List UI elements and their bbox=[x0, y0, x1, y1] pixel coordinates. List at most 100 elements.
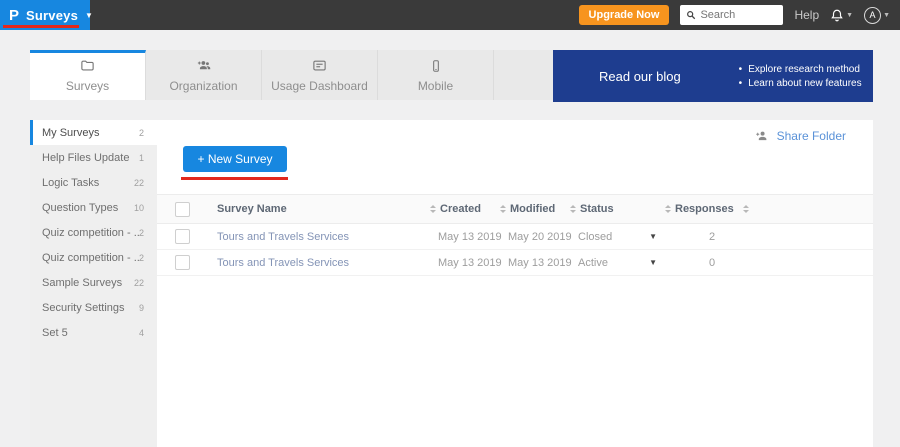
sort-icon[interactable] bbox=[665, 205, 671, 213]
proprofs-logo: P bbox=[9, 8, 19, 23]
new-survey-button[interactable]: + New Survey bbox=[183, 146, 287, 172]
status-cell: Closed ▼ bbox=[562, 231, 657, 243]
sort-icon[interactable] bbox=[500, 205, 506, 213]
topbar-actions: Upgrade Now Help ▼ A ▼ bbox=[579, 5, 900, 25]
tab-mobile[interactable]: Mobile bbox=[378, 50, 494, 100]
column-header-status[interactable]: Status bbox=[562, 203, 657, 215]
brand-product-label: Surveys bbox=[26, 8, 78, 23]
column-header-modified[interactable]: Modified bbox=[492, 203, 562, 215]
new-survey-red-underline bbox=[181, 177, 288, 180]
sidebar-item-label: Help Files Update bbox=[42, 152, 139, 164]
bell-icon bbox=[830, 8, 844, 23]
column-header-label: Modified bbox=[510, 203, 555, 215]
chevron-down-icon[interactable]: ▼ bbox=[85, 11, 93, 20]
row-checkbox[interactable] bbox=[175, 255, 190, 270]
sidebar-item-label: Set 5 bbox=[42, 327, 139, 339]
sidebar-item-sample-surveys[interactable]: Sample Surveys 22 bbox=[30, 270, 157, 295]
table-row: Tours and Travels Services May 13 2019 M… bbox=[157, 250, 873, 276]
upgrade-now-button[interactable]: Upgrade Now bbox=[579, 5, 670, 25]
tab-organization[interactable]: Organization bbox=[146, 50, 262, 100]
responses-count: 0 bbox=[657, 257, 873, 269]
status-dropdown-caret[interactable]: ▼ bbox=[649, 232, 657, 241]
sidebar-item-label: Security Settings bbox=[42, 302, 139, 314]
sidebar-item-security-settings[interactable]: Security Settings 9 bbox=[30, 295, 157, 320]
sidebar-item-label: Quiz competition - ... bbox=[42, 227, 139, 239]
search-input[interactable] bbox=[700, 9, 777, 21]
read-our-blog-banner[interactable]: Read our blog Explore research method Le… bbox=[553, 50, 873, 102]
surveys-content-panel: Share Folder + New Survey Survey Name Cr… bbox=[157, 120, 873, 447]
status-value: Closed bbox=[562, 231, 612, 243]
sidebar-item-count: 9 bbox=[139, 303, 144, 313]
sidebar-item-count: 2 bbox=[139, 228, 144, 238]
folders-sidebar: My Surveys 2 Help Files Update 1 Logic T… bbox=[30, 120, 157, 447]
sidebar-item-label: Logic Tasks bbox=[42, 177, 134, 189]
sidebar-item-label: My Surveys bbox=[42, 127, 139, 139]
sort-icon[interactable] bbox=[570, 205, 576, 213]
sidebar-item-my-surveys[interactable]: My Surveys 2 bbox=[30, 120, 157, 145]
brand-surveys-menu[interactable]: P Surveys ▼ bbox=[0, 0, 90, 30]
sort-icon[interactable] bbox=[430, 205, 436, 213]
dashboard-card-icon bbox=[311, 58, 328, 74]
search-icon bbox=[686, 10, 696, 20]
status-value: Active bbox=[562, 257, 608, 269]
sidebar-item-count: 4 bbox=[139, 328, 144, 338]
sidebar-item-label: Quiz competition - ... bbox=[42, 252, 139, 264]
table-header-row: Survey Name Created Modified Status Resp… bbox=[157, 194, 873, 224]
help-link[interactable]: Help bbox=[794, 8, 819, 22]
avatar: A bbox=[864, 7, 881, 24]
top-navigation-bar: P Surveys ▼ Upgrade Now Help ▼ A ▼ bbox=[0, 0, 900, 30]
column-header-label: Responses bbox=[675, 203, 734, 215]
people-add-icon bbox=[195, 58, 213, 74]
column-header-label: Created bbox=[440, 203, 481, 215]
created-date: May 13 2019 bbox=[422, 257, 492, 269]
share-folder-link[interactable]: Share Folder bbox=[754, 129, 846, 143]
blog-bullet-item: Explore research method bbox=[739, 64, 862, 75]
sidebar-item-count: 2 bbox=[139, 253, 144, 263]
chevron-down-icon: ▼ bbox=[846, 12, 853, 19]
tab-label: Organization bbox=[169, 79, 237, 93]
person-add-icon bbox=[754, 129, 770, 143]
select-all-checkbox[interactable] bbox=[175, 202, 190, 217]
status-dropdown-caret[interactable]: ▼ bbox=[649, 258, 657, 267]
mobile-phone-icon bbox=[429, 58, 443, 74]
sidebar-item-label: Question Types bbox=[42, 202, 134, 214]
tab-usage-dashboard[interactable]: Usage Dashboard bbox=[262, 50, 378, 100]
survey-name-link[interactable]: Tours and Travels Services bbox=[215, 231, 422, 243]
surveys-table: Survey Name Created Modified Status Resp… bbox=[157, 194, 873, 276]
chevron-down-icon: ▼ bbox=[883, 12, 890, 19]
responses-count: 2 bbox=[657, 231, 873, 243]
survey-name-link[interactable]: Tours and Travels Services bbox=[215, 257, 422, 269]
notifications-menu[interactable]: ▼ bbox=[830, 8, 853, 23]
column-header-responses[interactable]: Responses bbox=[657, 203, 873, 215]
status-cell: Active ▼ bbox=[562, 257, 657, 269]
column-header-survey-name[interactable]: Survey Name bbox=[215, 203, 422, 215]
tab-label: Mobile bbox=[418, 79, 453, 93]
column-header-created[interactable]: Created bbox=[422, 203, 492, 215]
created-date: May 13 2019 bbox=[422, 231, 492, 243]
tab-label: Usage Dashboard bbox=[271, 79, 368, 93]
sidebar-item-question-types[interactable]: Question Types 10 bbox=[30, 195, 157, 220]
row-checkbox[interactable] bbox=[175, 229, 190, 244]
sidebar-item-logic-tasks[interactable]: Logic Tasks 22 bbox=[30, 170, 157, 195]
table-row: Tours and Travels Services May 13 2019 M… bbox=[157, 224, 873, 250]
tab-surveys[interactable]: Surveys bbox=[30, 50, 146, 100]
blog-banner-bullets: Explore research method Learn about new … bbox=[739, 64, 862, 89]
column-header-label: Status bbox=[580, 203, 614, 215]
sidebar-item-set-5[interactable]: Set 5 4 bbox=[30, 320, 157, 345]
sidebar-item-count: 2 bbox=[139, 128, 144, 138]
search-box[interactable] bbox=[680, 5, 783, 25]
sidebar-item-count: 10 bbox=[134, 203, 144, 213]
account-menu[interactable]: A ▼ bbox=[864, 7, 890, 24]
blog-bullet-item: Learn about new features bbox=[739, 78, 862, 89]
sidebar-item-quiz-competition-2[interactable]: Quiz competition - ... 2 bbox=[30, 245, 157, 270]
folder-icon bbox=[79, 58, 96, 74]
sidebar-item-help-files-update[interactable]: Help Files Update 1 bbox=[30, 145, 157, 170]
sidebar-item-label: Sample Surveys bbox=[42, 277, 134, 289]
tab-bar-filler bbox=[494, 50, 553, 100]
sidebar-item-count: 1 bbox=[139, 153, 144, 163]
sidebar-item-quiz-competition-1[interactable]: Quiz competition - ... 2 bbox=[30, 220, 157, 245]
modified-date: May 13 2019 bbox=[492, 257, 562, 269]
sort-icon[interactable] bbox=[743, 205, 749, 213]
sidebar-item-count: 22 bbox=[134, 178, 144, 188]
modified-date: May 20 2019 bbox=[492, 231, 562, 243]
